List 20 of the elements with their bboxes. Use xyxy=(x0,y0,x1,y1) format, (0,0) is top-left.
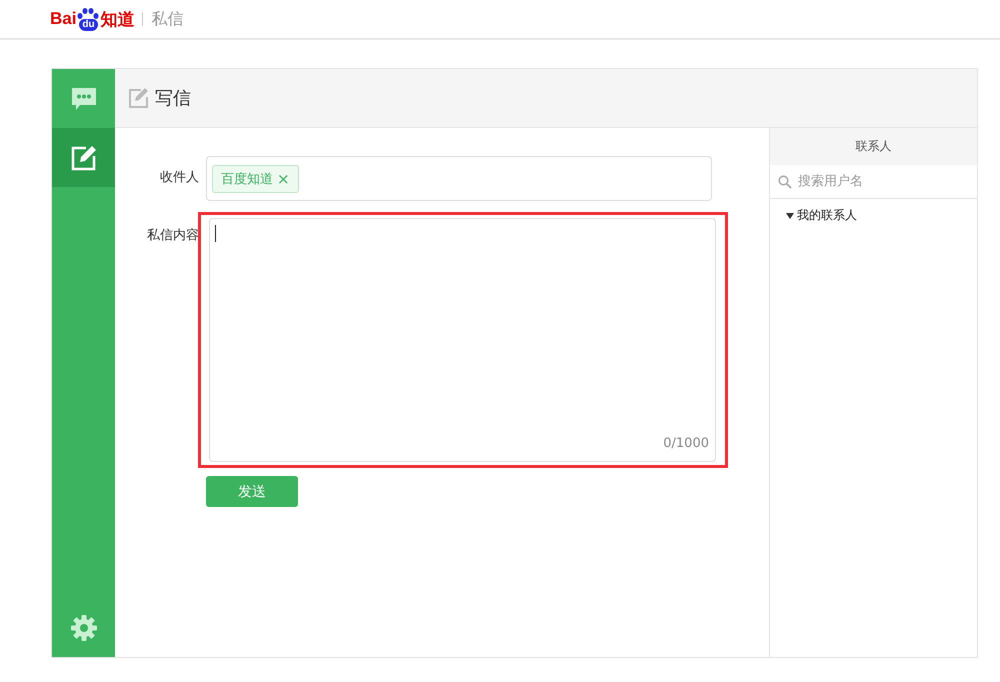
chat-bubble-icon xyxy=(70,86,98,112)
search-icon xyxy=(778,174,792,188)
recipient-label: 收件人 xyxy=(159,169,199,186)
contacts-title: 联系人 xyxy=(770,128,977,165)
edit-icon xyxy=(129,88,149,108)
message-label: 私信内容 xyxy=(146,227,199,244)
remove-button[interactable]: × xyxy=(277,170,290,188)
panel-title: 写信 xyxy=(155,87,191,110)
character-counter: 0/1000 xyxy=(663,436,709,451)
edit-icon xyxy=(70,144,96,170)
group-name: 我的联系人 xyxy=(797,207,857,224)
settings-icon xyxy=(70,614,98,642)
logo[interactable]: Bai du 知道 xyxy=(50,7,134,31)
page-section-title: 私信 xyxy=(151,8,184,30)
send-button[interactable]: 发送 xyxy=(206,476,298,507)
recipient-name: 百度知道 xyxy=(221,170,273,188)
contact-group[interactable]: 我的联系人 xyxy=(770,199,977,232)
compose-nav-item[interactable] xyxy=(52,128,115,187)
message-field[interactable]: 0/1000 xyxy=(209,218,716,462)
recipient-field[interactable]: 百度知道 × xyxy=(206,156,712,201)
